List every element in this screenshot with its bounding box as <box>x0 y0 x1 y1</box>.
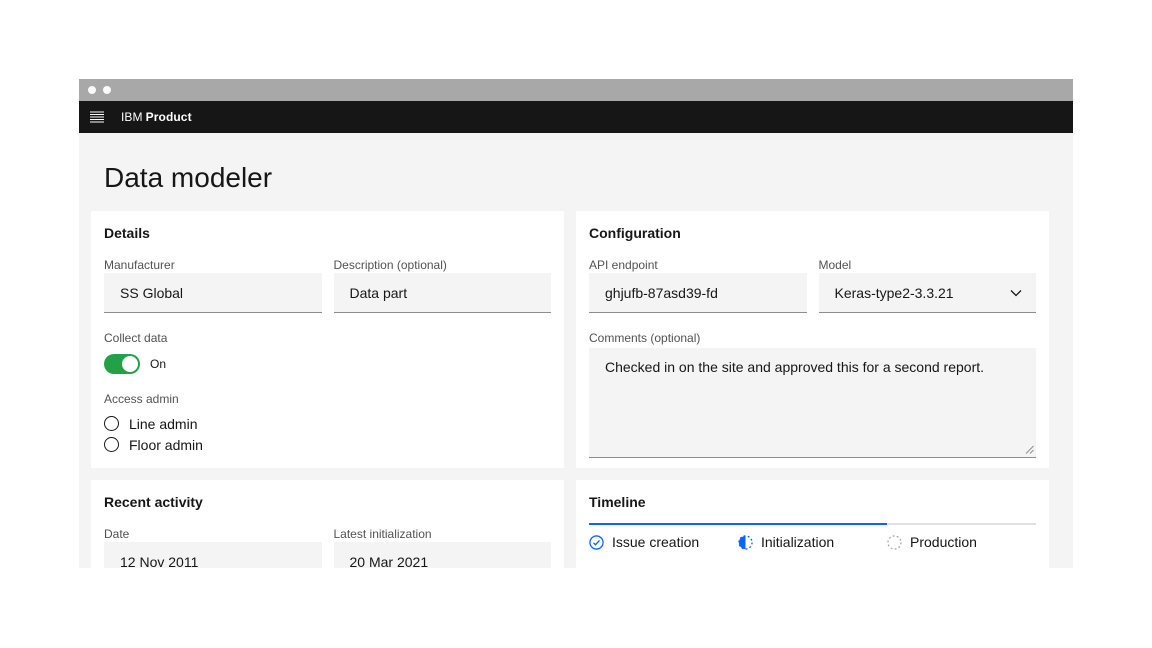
manufacturer-input[interactable] <box>104 273 322 313</box>
date-input[interactable] <box>104 542 322 568</box>
date-field-group: Date <box>104 526 322 568</box>
brand: IBMProduct <box>121 110 192 124</box>
description-input[interactable] <box>334 273 552 313</box>
radio-option-label: Floor admin <box>129 437 203 453</box>
page-title: Data modeler <box>104 160 1073 196</box>
description-label: Description (optional) <box>334 257 552 273</box>
resize-grip-icon[interactable] <box>1025 445 1034 454</box>
chevron-down-icon <box>1010 289 1022 297</box>
manufacturer-field-group: Manufacturer <box>104 257 322 313</box>
description-field-group: Description (optional) <box>334 257 552 313</box>
manufacturer-label: Manufacturer <box>104 257 322 273</box>
comments-textarea-wrap: Checked in on the site and approved this… <box>589 348 1036 458</box>
radio-button-icon[interactable] <box>104 416 119 431</box>
page-content: Data modeler Details Manufacturer Descri… <box>79 160 1073 568</box>
api-endpoint-field-group: API endpoint <box>589 257 807 313</box>
checkmark-outline-icon <box>589 535 604 550</box>
recent-activity-fields: Date Latest initialization <box>104 526 551 568</box>
comments-textarea[interactable]: Checked in on the site and approved this… <box>589 348 1036 458</box>
details-card-title: Details <box>104 224 551 242</box>
progress-step-production[interactable]: Production <box>887 523 1036 550</box>
menu-button[interactable] <box>90 111 104 123</box>
comments-label: Comments (optional) <box>589 330 1036 346</box>
recent-activity-card: Recent activity Date Latest initializati… <box>91 480 564 568</box>
toggle-knob <box>122 356 138 372</box>
incomplete-half-circle-icon <box>738 535 753 550</box>
configuration-fields: API endpoint Model Keras-type2-3.3.21 <box>589 257 1036 313</box>
configuration-card-title: Configuration <box>589 224 1036 242</box>
recent-activity-card-title: Recent activity <box>104 493 551 511</box>
app-header: IBMProduct <box>79 101 1073 133</box>
collect-data-toggle[interactable] <box>104 354 140 374</box>
progress-indicator: Issue creation Initialization Pro <box>589 523 1036 550</box>
window-control-dot-1[interactable] <box>88 86 96 94</box>
radio-option-label: Line admin <box>129 416 198 432</box>
model-select-value: Keras-type2-3.3.21 <box>835 285 954 301</box>
radio-option-floor-admin[interactable]: Floor admin <box>104 434 551 455</box>
progress-step-initialization[interactable]: Initialization <box>738 523 887 550</box>
card-grid: Details Manufacturer Description (option… <box>91 211 1049 568</box>
collect-data-toggle-row: On <box>104 354 551 374</box>
brand-name: Product <box>146 110 192 124</box>
app-window: IBMProduct Data modeler Details Manufact… <box>79 79 1073 568</box>
details-fields: Manufacturer Description (optional) <box>104 257 551 313</box>
hamburger-menu-icon <box>90 111 104 123</box>
latest-initialization-field-group: Latest initialization <box>334 526 552 568</box>
model-select[interactable]: Keras-type2-3.3.21 <box>819 273 1037 313</box>
window-control-dot-2[interactable] <box>103 86 111 94</box>
details-card: Details Manufacturer Description (option… <box>91 211 564 468</box>
timeline-card-title: Timeline <box>589 493 1036 511</box>
radio-button-icon[interactable] <box>104 437 119 452</box>
access-admin-label: Access admin <box>104 391 551 407</box>
model-label: Model <box>819 257 1037 273</box>
progress-step-issue-creation[interactable]: Issue creation <box>589 523 738 550</box>
api-endpoint-label: API endpoint <box>589 257 807 273</box>
window-titlebar <box>79 79 1073 101</box>
collect-data-label: Collect data <box>104 330 551 346</box>
configuration-card: Configuration API endpoint Model Keras-t… <box>576 211 1049 468</box>
date-label: Date <box>104 526 322 542</box>
latest-initialization-input[interactable] <box>334 542 552 568</box>
model-field-group: Model Keras-type2-3.3.21 <box>819 257 1037 313</box>
radio-option-line-admin[interactable]: Line admin <box>104 413 551 434</box>
progress-step-label: Production <box>910 534 977 550</box>
api-endpoint-input[interactable] <box>589 273 807 313</box>
timeline-card: Timeline Issue creation <box>576 480 1049 568</box>
progress-step-label: Issue creation <box>612 534 699 550</box>
access-admin-radio-group: Line admin Floor admin <box>104 413 551 455</box>
dashed-circle-icon <box>887 535 902 550</box>
brand-prefix: IBM <box>121 110 143 124</box>
latest-initialization-label: Latest initialization <box>334 526 552 542</box>
collect-data-state: On <box>150 357 166 371</box>
progress-step-label: Initialization <box>761 534 834 550</box>
